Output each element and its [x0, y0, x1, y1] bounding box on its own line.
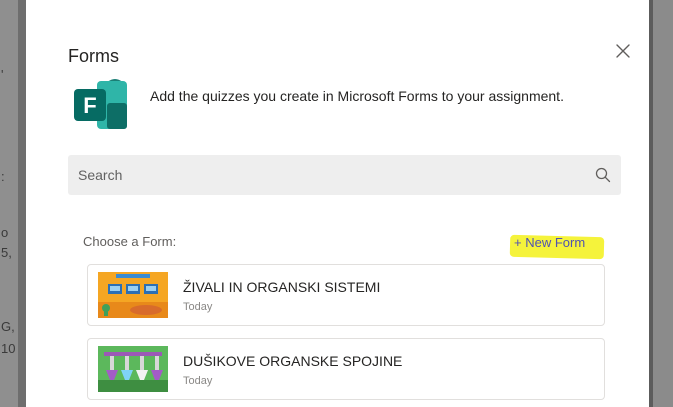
background-text-fragment: : [1, 169, 5, 184]
background-text-fragment: o [1, 225, 9, 240]
background-text-fragment: 10 [1, 341, 16, 356]
background-text-fragment: G, [1, 319, 15, 334]
form-title: ŽIVALI IN ORGANSKI SISTEMI [183, 279, 381, 295]
close-button[interactable] [612, 40, 634, 62]
form-list-item[interactable]: ŽIVALI IN ORGANSKI SISTEMI Today [87, 264, 605, 326]
background-app-left: ' : o 5, G, 10 [0, 0, 18, 407]
microsoft-forms-logo-icon: F [71, 75, 131, 135]
form-thumbnail-animals-icon [98, 272, 168, 318]
background-text-fragment: ' [1, 67, 4, 82]
background-divider [18, 0, 26, 407]
form-date: Today [183, 301, 213, 313]
new-form-button[interactable]: + New Form [508, 232, 606, 260]
dialog-title: Forms [68, 46, 119, 66]
search-input[interactable] [68, 156, 585, 194]
new-form-label: + New Form [514, 235, 586, 250]
form-thumbnail-chemistry-icon [98, 346, 168, 392]
screen: ' : o 5, G, 10 Forms F Add the quizzes y… [0, 0, 673, 407]
background-text-fragment: 5, [1, 245, 12, 260]
search-icon[interactable] [585, 156, 621, 194]
dialog-description: Add the quizzes you create in Microsoft … [150, 88, 564, 104]
form-title: DUŠIKOVE ORGANSKE SPOJINE [183, 353, 403, 369]
form-date: Today [183, 375, 213, 387]
search-box [68, 155, 621, 195]
form-list-item[interactable]: DUŠIKOVE ORGANSKE SPOJINE Today [87, 338, 605, 400]
background-app-right [653, 0, 673, 407]
svg-text:F: F [83, 93, 96, 118]
choose-form-label: Choose a Form: [83, 234, 177, 249]
close-icon [616, 44, 630, 58]
forms-dialog: Forms F Add the quizzes you create in Mi… [26, 0, 649, 407]
